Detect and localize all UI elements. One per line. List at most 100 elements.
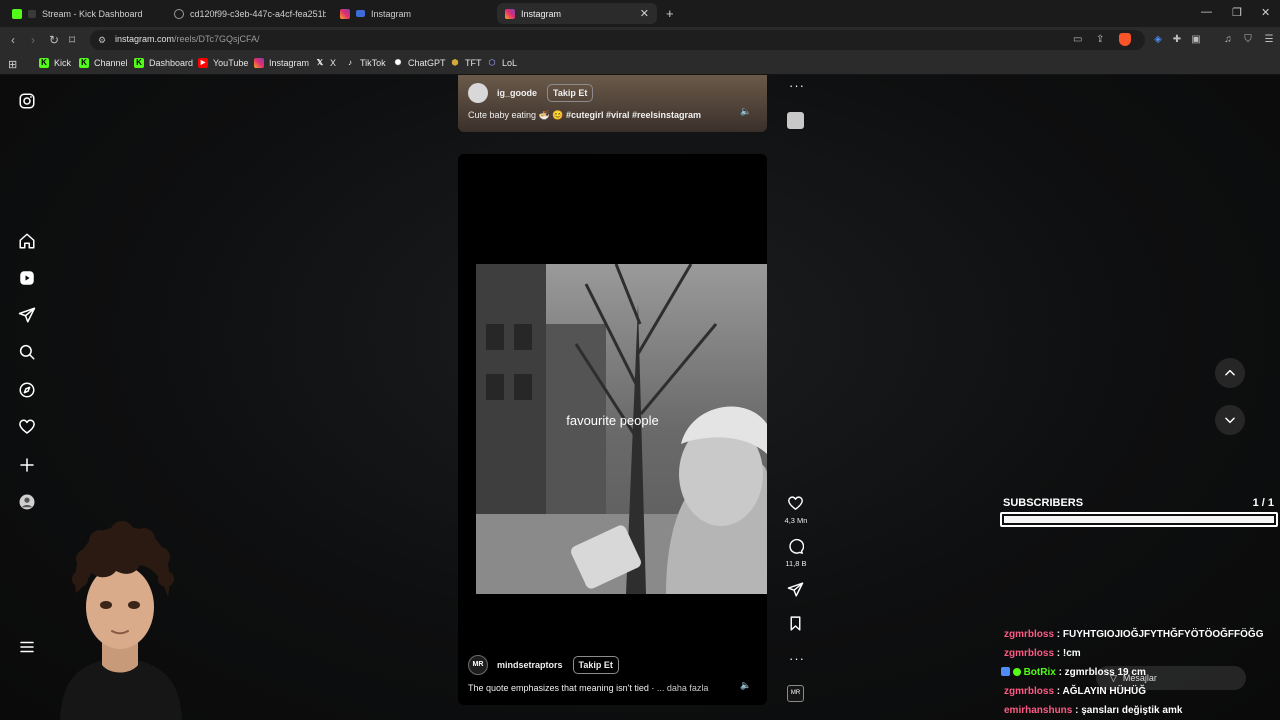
kick-icon [12,8,22,19]
like-heart-icon[interactable] [787,495,804,512]
more-link[interactable]: ... daha fazla [657,683,709,693]
extensions-icon[interactable]: ✚ [1171,34,1183,46]
url-text: instagram.com/reels/DTc7GQsjCFA/ [115,34,260,44]
instagram-page: ig_goode Takip Et Cute baby eating 🍜 😊 #… [0,75,1280,720]
share-icon[interactable]: ⇪ [1096,34,1104,45]
site-info-icon[interactable]: ⚙ [98,35,106,46]
instagram-logo-icon[interactable] [18,92,36,110]
audio-thumbnail[interactable] [787,112,804,129]
bookmark-channel[interactable]: K Channel [79,58,128,68]
extension-badge-icon[interactable]: ◈ [1152,34,1164,46]
username[interactable]: ig_goode [497,88,537,98]
tab-title: Instagram [521,8,562,19]
subscribers-progress-bar [1000,512,1278,527]
explore-icon[interactable] [18,381,36,399]
search-icon[interactable] [18,343,36,361]
chat-message: zgmrbloss : AĞLAYIN HÜHÜĞ [1004,686,1146,697]
reel-card-main[interactable]: favourite people MR mindsetraptors Takip… [458,154,767,705]
bookmark-x[interactable]: 𝕏X [315,58,336,68]
menu-icon[interactable]: ☰ [1263,34,1275,46]
tiktok-icon: ♪ [348,58,352,67]
youtube-icon: ▶ [198,58,208,68]
username[interactable]: mindsetraptors [497,660,563,670]
chat-text: : zgmrbloss 19 cm [1058,667,1146,678]
chat-username: BotRix [1023,667,1056,678]
more-menu-icon[interactable] [18,638,36,656]
bookmark-dashboard[interactable]: K Dashboard [134,58,193,68]
bookmark-lol[interactable]: ⬡ LoL [487,58,518,68]
bookmark-label: ChatGPT [408,58,446,68]
chat-message: BotRix : zgmrbloss 19 cm [1001,667,1146,678]
top-reel-more-icon[interactable]: ··· [789,78,805,93]
bookmark-label: TFT [465,58,482,68]
bookmark-kick[interactable]: K Kick [39,58,71,68]
create-plus-icon[interactable] [18,456,36,474]
media-controls-icon[interactable]: ♫ [1222,34,1234,46]
chat-text: : AĞLAYIN HÜHÜĞ [1056,686,1147,697]
chat-username: emirhanshuns [1004,705,1073,716]
reel-video[interactable] [476,264,767,594]
reel-author: ig_goode Takip Et [468,83,594,103]
cast-icon[interactable]: ▭ [1073,34,1082,45]
mute-icon[interactable]: 🔈 [740,106,751,117]
more-options-icon[interactable]: ··· [789,651,805,666]
tab-instagram-active[interactable]: Instagram ✕ [497,3,657,24]
chat-message: emirhanshuns : şansları değiştik amk [1004,705,1182,716]
tab-title: cd120f99-c3eb-447c-a4cf-fea251b18 [190,8,326,19]
restore-icon[interactable]: ❐ [1232,6,1242,19]
close-window-icon[interactable]: ✕ [1261,6,1270,19]
save-bookmark-icon[interactable] [787,615,804,632]
forward-icon[interactable]: › [31,33,35,47]
new-tab-button[interactable]: + [661,3,681,24]
share-icon[interactable] [787,581,804,598]
reels-icon[interactable] [18,269,36,287]
mute-icon[interactable]: 🔈 [740,680,751,691]
sidebar-icon[interactable]: ▣ [1190,34,1202,46]
chat-username: zgmrbloss [1004,648,1055,659]
brave-shield-icon[interactable] [1119,33,1131,46]
follow-button[interactable]: Takip Et [547,84,594,102]
chatgpt-icon: ✺ [394,58,402,67]
bookmarks-bar: ⊞ K Kick K Channel K Dashboard ▶ YouTube Ins… [0,53,1280,75]
direct-messages-icon[interactable] [18,306,36,324]
instagram-icon [505,8,515,19]
chat-username: zgmrbloss [1004,686,1055,697]
apps-grid-icon[interactable]: ⊞ [8,58,17,71]
bookmark-tft[interactable]: ⬢ TFT [450,58,482,68]
audio-thumbnail[interactable]: MR [787,685,804,702]
chat-text: : şansları değiştik amk [1075,705,1183,716]
previous-reel-button[interactable] [1215,358,1245,388]
reel-caption: Cute baby eating 🍜 😊 #cutegirl #viral #r… [468,110,701,121]
tab-kick-dashboard[interactable]: Stream - Kick Dashboard [4,3,162,24]
subscribers-progress-fill [1004,516,1274,523]
tab-instagram[interactable]: Instagram [332,3,492,24]
notifications-heart-icon[interactable] [18,418,36,436]
avatar[interactable]: MR [468,655,488,675]
reel-card-top[interactable]: ig_goode Takip Et Cute baby eating 🍜 😊 #… [458,75,767,132]
next-reel-button[interactable] [1215,405,1245,435]
tab-uuid[interactable]: cd120f99-c3eb-447c-a4cf-fea251b18 [166,3,326,24]
reload-icon[interactable]: ↻ [49,33,59,47]
caption-hashtags[interactable]: #cutegirl #viral #reelsinstagram [566,110,701,120]
chevron-down-icon [1225,417,1235,424]
bookmark-page-icon[interactable]: ⌑ [69,33,75,47]
bookmark-chatgpt[interactable]: ✺ ChatGPT [393,58,446,68]
minimize-icon[interactable]: — [1201,6,1212,18]
instagram-icon [340,8,350,19]
bookmark-youtube[interactable]: ▶ YouTube [198,58,248,68]
vpn-icon[interactable]: ⛉ [1242,34,1254,46]
back-icon[interactable]: ‹ [11,33,15,47]
avatar[interactable] [468,83,488,103]
profile-avatar-icon[interactable] [18,493,36,511]
close-tab-icon[interactable]: ✕ [640,7,649,20]
comment-icon[interactable] [787,538,804,555]
bookmark-label: Instagram [269,58,310,68]
follow-button[interactable]: Takip Et [572,656,619,674]
bookmark-instagram[interactable]: Instagram [254,58,309,68]
home-icon[interactable] [18,232,36,250]
reel-author: MR mindsetraptors Takip Et [468,655,619,675]
bookmark-tiktok[interactable]: ♪ TikTok [345,58,386,68]
like-count: 4,3 Mn [784,516,808,525]
address-bar[interactable]: ⚙ instagram.com/reels/DTc7GQsjCFA/ ▭ ⇪ [90,30,1145,50]
bookmark-label: Kick [54,58,72,68]
